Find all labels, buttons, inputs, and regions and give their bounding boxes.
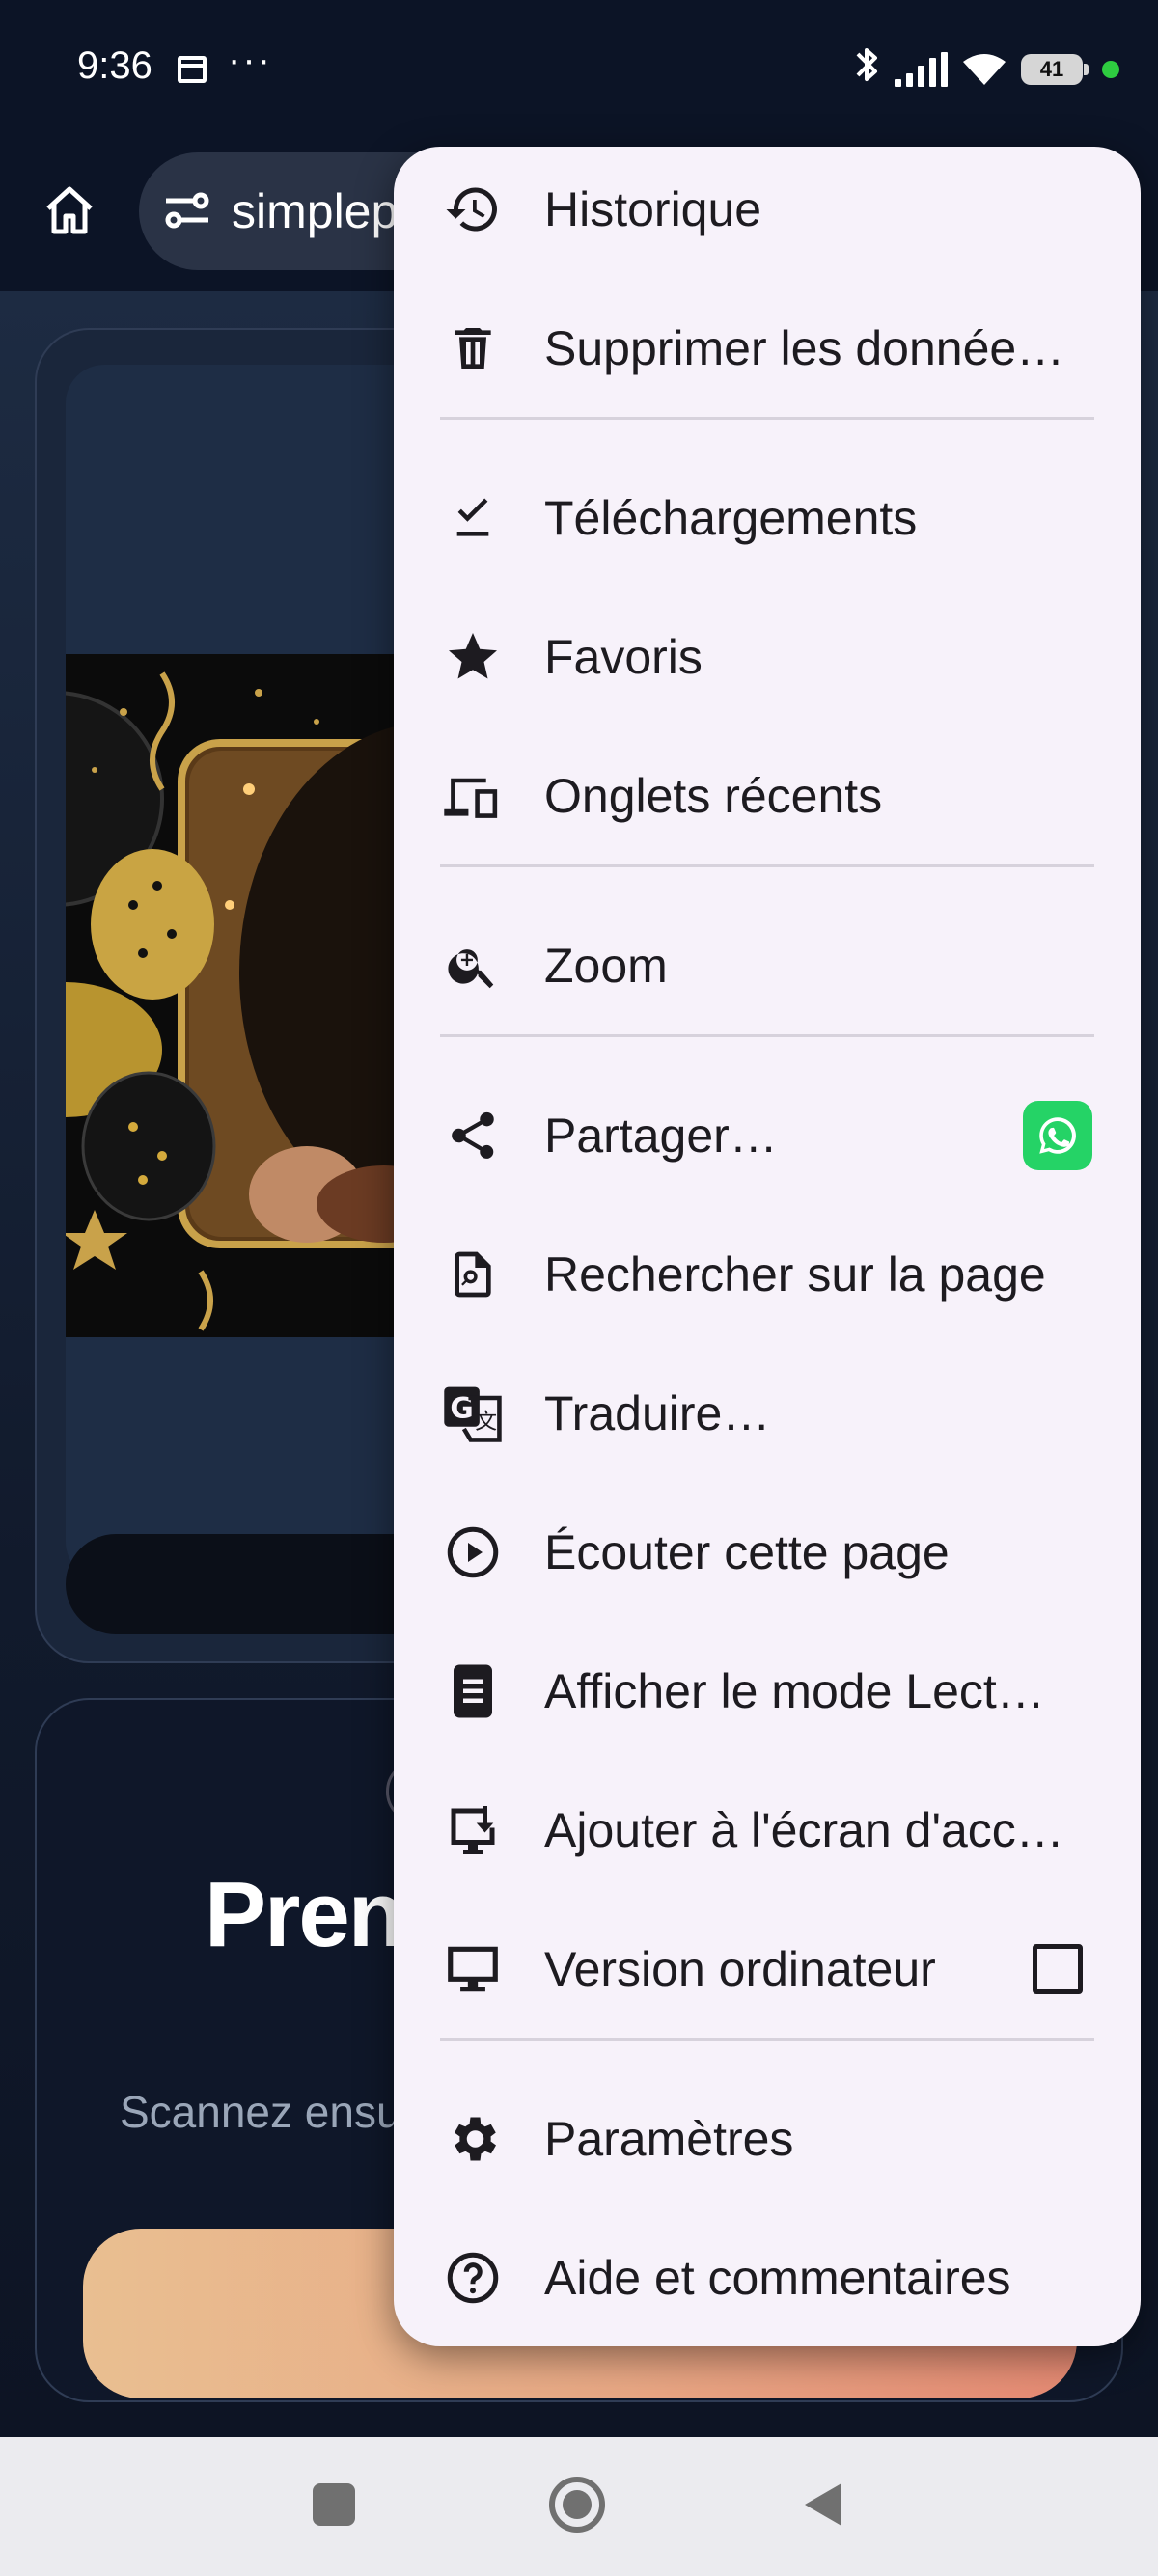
menu-item-reader-mode[interactable]: Afficher le mode Lect… bbox=[394, 1629, 1141, 1754]
menu-item-label: Afficher le mode Lect… bbox=[544, 1664, 1045, 1718]
menu-item-label: Traduire… bbox=[544, 1386, 771, 1440]
menu-item-zoom[interactable]: Zoom bbox=[394, 903, 1141, 1028]
menu-item-downloads[interactable]: Téléchargements bbox=[394, 455, 1141, 581]
calendar-icon bbox=[178, 56, 207, 83]
menu-divider bbox=[440, 2038, 1094, 2041]
play-circle-icon bbox=[442, 1521, 504, 1583]
menu-item-label: Favoris bbox=[544, 630, 703, 684]
menu-item-label: Aide et commentaires bbox=[544, 2251, 1011, 2305]
system-nav-bar bbox=[0, 2437, 1158, 2576]
menu-item-label: Ajouter à l'écran d'acc… bbox=[544, 1803, 1064, 1857]
home-button[interactable] bbox=[548, 2476, 606, 2534]
privacy-indicator-icon bbox=[1102, 61, 1119, 78]
menu-item-label: Onglets récents bbox=[544, 769, 883, 823]
download-done-icon bbox=[442, 487, 504, 549]
home-icon[interactable] bbox=[39, 179, 100, 241]
menu-item-label: Version ordinateur bbox=[544, 1942, 936, 1996]
more-notifications-icon: ··· bbox=[228, 39, 272, 81]
menu-item-bookmarks[interactable]: Favoris bbox=[394, 594, 1141, 720]
history-icon bbox=[442, 178, 504, 240]
page-subtext: Scannez ensu bbox=[120, 2087, 401, 2137]
gear-icon bbox=[442, 2108, 504, 2170]
url-text: simplep bbox=[232, 184, 399, 238]
status-icons: 41 bbox=[852, 46, 1119, 93]
recents-button[interactable] bbox=[313, 2483, 355, 2526]
add-to-home-icon bbox=[442, 1799, 504, 1861]
back-button[interactable] bbox=[799, 2480, 847, 2530]
svg-text:文: 文 bbox=[475, 1410, 497, 1435]
menu-item-settings[interactable]: Paramètres bbox=[394, 2076, 1141, 2202]
menu-divider bbox=[440, 864, 1094, 867]
menu-item-help[interactable]: Aide et commentaires bbox=[394, 2215, 1141, 2341]
menu-item-history[interactable]: Historique bbox=[394, 147, 1141, 272]
menu-item-label: Téléchargements bbox=[544, 491, 918, 545]
menu-item-share[interactable]: Partager… bbox=[394, 1073, 1141, 1198]
cell-signal-icon bbox=[895, 52, 948, 87]
menu-item-label: Partager… bbox=[544, 1109, 778, 1163]
menu-item-translate[interactable]: G文 Traduire… bbox=[394, 1351, 1141, 1476]
menu-item-label: Supprimer les donnée… bbox=[544, 321, 1065, 375]
whatsapp-share-icon[interactable] bbox=[1023, 1101, 1092, 1170]
devices-icon bbox=[442, 765, 504, 827]
status-time: 9:36 bbox=[77, 44, 152, 87]
status-bar: 9:36 ··· 41 bbox=[0, 0, 1158, 135]
desktop-site-checkbox[interactable] bbox=[1033, 1944, 1083, 1994]
overflow-menu: Historique Supprimer les donnée… Télécha… bbox=[394, 147, 1141, 2346]
battery-icon: 41 bbox=[1021, 54, 1089, 85]
page-headline: Pren bbox=[205, 1863, 404, 1966]
menu-item-add-to-home[interactable]: Ajouter à l'écran d'acc… bbox=[394, 1768, 1141, 1893]
menu-item-label: Zoom bbox=[544, 939, 668, 993]
desktop-icon bbox=[442, 1938, 504, 2000]
share-icon bbox=[442, 1105, 504, 1166]
trash-icon bbox=[442, 317, 504, 379]
reader-mode-icon bbox=[442, 1660, 504, 1722]
menu-item-recent-tabs[interactable]: Onglets récents bbox=[394, 733, 1141, 859]
battery-level: 41 bbox=[1039, 57, 1064, 81]
star-icon bbox=[442, 626, 504, 688]
zoom-in-icon bbox=[442, 935, 504, 997]
help-icon bbox=[442, 2247, 504, 2309]
translate-icon: G文 bbox=[442, 1383, 504, 1444]
menu-item-desktop-site[interactable]: Version ordinateur bbox=[394, 1906, 1141, 2032]
menu-item-label: Historique bbox=[544, 182, 762, 236]
bluetooth-icon bbox=[852, 44, 881, 95]
find-in-page-icon bbox=[442, 1244, 504, 1305]
menu-item-clear-data[interactable]: Supprimer les donnée… bbox=[394, 286, 1141, 411]
menu-item-label: Écouter cette page bbox=[544, 1525, 950, 1579]
menu-item-find-in-page[interactable]: Rechercher sur la page bbox=[394, 1212, 1141, 1337]
menu-item-label: Rechercher sur la page bbox=[544, 1247, 1046, 1302]
menu-item-listen[interactable]: Écouter cette page bbox=[394, 1490, 1141, 1615]
menu-divider bbox=[440, 417, 1094, 420]
site-settings-icon[interactable] bbox=[160, 183, 214, 237]
menu-divider bbox=[440, 1034, 1094, 1037]
menu-item-label: Paramètres bbox=[544, 2112, 794, 2166]
wifi-icon bbox=[961, 52, 1007, 87]
